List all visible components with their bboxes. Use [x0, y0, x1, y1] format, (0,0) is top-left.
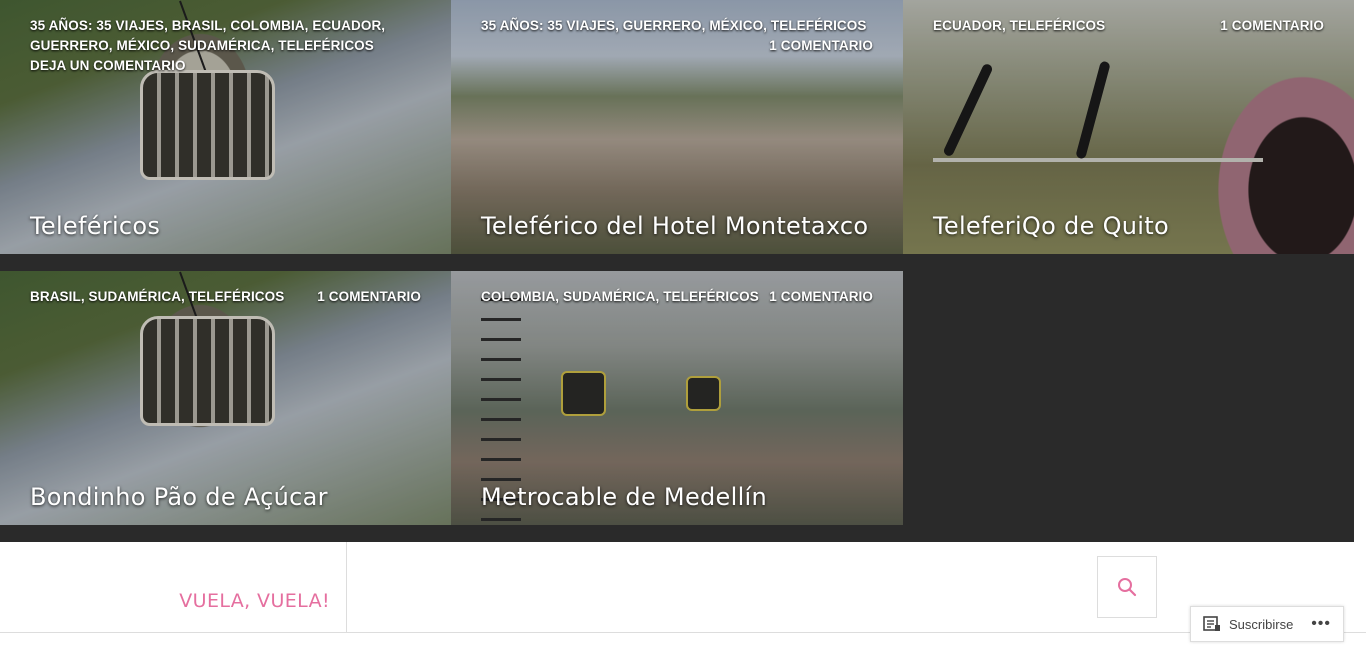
post-tile-medellin[interactable]: COLOMBIA, SUDAMÉRICA, TELEFÉRICOS 1 COME…: [451, 271, 903, 525]
post-title[interactable]: Bondinho Pão de Açúcar: [30, 483, 328, 511]
post-tile-quito[interactable]: ECUADOR, TELEFÉRICOS 1 COMENTARIO Telefe…: [903, 0, 1354, 254]
post-meta: ECUADOR, TELEFÉRICOS 1 COMENTARIO: [933, 16, 1324, 36]
reader-icon: [1203, 616, 1220, 631]
post-tile-bondinho[interactable]: BRASIL, SUDAMÉRICA, TELEFÉRICOS 1 COMENT…: [0, 271, 451, 525]
site-branding: VUELA, VUELA!: [0, 542, 347, 633]
site-footer: VUELA, VUELA!: [0, 542, 1366, 633]
post-comments-link[interactable]: 1 COMENTARIO: [1220, 16, 1324, 36]
post-categories[interactable]: 35 AÑOS: 35 VIAJES, GUERRERO, MÉXICO, TE…: [481, 16, 873, 36]
subscribe-button[interactable]: Suscribirse: [1229, 617, 1293, 632]
posts-grid: 35 AÑOS: 35 VIAJES, BRASIL, COLOMBIA, EC…: [0, 0, 1354, 542]
post-tile-telefericos[interactable]: 35 AÑOS: 35 VIAJES, BRASIL, COLOMBIA, EC…: [0, 0, 451, 254]
post-comments-link[interactable]: 1 COMENTARIO: [769, 36, 873, 56]
post-title[interactable]: Teleféricos: [30, 212, 160, 240]
post-title[interactable]: TeleferiQo de Quito: [933, 212, 1169, 240]
more-options-icon[interactable]: •••: [1311, 615, 1331, 633]
post-title[interactable]: Metrocable de Medellín: [481, 483, 767, 511]
post-comments-link[interactable]: 1 COMENTARIO: [769, 287, 873, 307]
post-comments-link[interactable]: 1 COMENTARIO: [317, 287, 421, 307]
post-title[interactable]: Teleférico del Hotel Montetaxco: [481, 212, 868, 240]
post-meta: COLOMBIA, SUDAMÉRICA, TELEFÉRICOS 1 COME…: [481, 287, 873, 307]
post-meta: 35 AÑOS: 35 VIAJES, BRASIL, COLOMBIA, EC…: [30, 16, 421, 76]
site-title-link[interactable]: VUELA, VUELA!: [179, 590, 330, 612]
post-categories[interactable]: 35 AÑOS: 35 VIAJES, BRASIL, COLOMBIA, EC…: [30, 16, 421, 56]
post-meta: 35 AÑOS: 35 VIAJES, GUERRERO, MÉXICO, TE…: [481, 16, 873, 53]
post-tile-montetaxco[interactable]: 35 AÑOS: 35 VIAJES, GUERRERO, MÉXICO, TE…: [451, 0, 903, 254]
post-meta: BRASIL, SUDAMÉRICA, TELEFÉRICOS 1 COMENT…: [30, 287, 421, 307]
search-button[interactable]: [1097, 556, 1157, 618]
subscribe-bar: Suscribirse •••: [1190, 606, 1344, 642]
search-icon: [1118, 578, 1137, 597]
post-comments-link[interactable]: DEJA UN COMENTARIO: [30, 56, 421, 76]
